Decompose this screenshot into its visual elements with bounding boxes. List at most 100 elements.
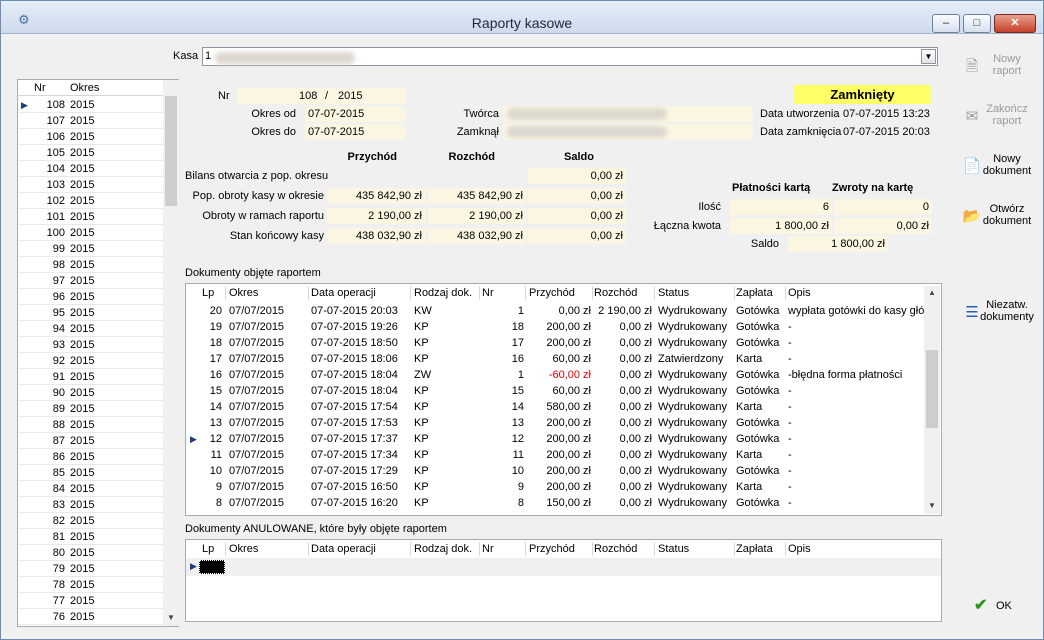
table-cell: - [788,353,792,365]
balance-rozchod-header: Rozchód [448,151,495,163]
list-item[interactable]: 91 2015 [18,369,163,385]
list-item[interactable]: 89 2015 [18,401,163,417]
list-item-nr: 107 [46,115,65,127]
table-row[interactable]: 16 07/07/2015 07-07-2015 18:04 ZW 1 -60,00 zł… [186,367,926,383]
list-item[interactable]: 85 2015 [18,465,163,481]
table-row[interactable]: 14 07/07/2015 07-07-2015 17:54 KP 14 580,00 z… [186,399,926,415]
list-item-nr: 105 [46,147,65,159]
table-cell: 07/07/2015 [229,481,285,493]
list-item[interactable]: 90 2015 [18,385,163,401]
list-item[interactable]: 96 2015 [18,289,163,305]
list-item-nr: 103 [46,179,65,191]
open-document-button[interactable]: 📂 Otwórz dokument [956,199,1036,239]
table-cell: - [788,401,792,413]
list-item[interactable]: 102 2015 [18,193,163,209]
scroll-down-icon[interactable]: ▼ [928,501,936,510]
close-report-button[interactable]: ✉ Zakończ raport [956,99,1036,139]
maximize-button[interactable]: □ [963,14,991,33]
new-document-button[interactable]: 📄 Nowy dokument [956,149,1036,189]
list-item[interactable]: 77 2015 [18,593,163,609]
list-item[interactable]: 93 2015 [18,337,163,353]
close-button[interactable]: ✕ [994,14,1036,33]
data-zamk-label: Data zamknięcia [760,126,842,138]
list-item[interactable]: 100 2015 [18,225,163,241]
list-item[interactable]: 104 2015 [18,161,163,177]
table-cell: 15 [511,385,524,397]
table-row[interactable]: 18 07/07/2015 07-07-2015 18:50 KP 17 200,00 z… [186,335,926,351]
list-icon: ☰ [965,304,979,321]
list-item[interactable]: 99 2015 [18,241,163,257]
list-item[interactable]: 92 2015 [18,353,163,369]
column-separator [525,286,526,300]
list-item[interactable]: 84 2015 [18,481,163,497]
list-item[interactable]: ▶ 108 2015 [18,97,163,113]
title-bar[interactable]: ⚙ Raporty kasowe – □ ✕ [1,1,1043,34]
list-item[interactable]: 103 2015 [18,177,163,193]
list-item[interactable]: 88 2015 [18,417,163,433]
scroll-up-icon[interactable]: ▲ [928,288,936,297]
ilosc-label: Ilość [698,201,721,213]
table-cell: 200,00 zł [546,449,591,461]
table-cell: Wydrukowany [658,401,727,413]
docs-table[interactable]: Lp Okres Data operacji Rodzaj dok. Nr Przychó… [185,283,942,516]
list-scrollbar[interactable]: ▼ [163,80,179,626]
ok-button[interactable]: ✔ OK [968,595,1020,617]
list-item[interactable]: 76 2015 [18,609,163,625]
list-item[interactable]: 106 2015 [18,129,163,145]
cancelled-edit-cell[interactable] [199,560,225,574]
table-cell: KP [414,465,429,477]
list-item[interactable]: 105 2015 [18,145,163,161]
docs-scroll-thumb[interactable] [926,350,938,428]
kasa-select[interactable]: 1 ▼ [202,47,938,66]
table-row[interactable]: 19 07/07/2015 07-07-2015 19:26 KP 18 200,00 z… [186,319,926,335]
list-item[interactable]: 83 2015 [18,497,163,513]
list-item[interactable]: 79 2015 [18,561,163,577]
minimize-button[interactable]: – [932,14,960,33]
list-item[interactable]: 107 2015 [18,113,163,129]
list-item[interactable]: 95 2015 [18,305,163,321]
unapproved-documents-button[interactable]: ☰ Niezatw. dokumenty [956,295,1036,335]
table-row[interactable]: 15 07/07/2015 07-07-2015 18:04 KP 15 60,00 zł… [186,383,926,399]
cancelled-table-header: Lp Okres Data operacji Rodzaj dok. Nr Przychó… [186,540,941,558]
scroll-down-icon[interactable]: ▼ [167,613,175,622]
list-item-okres: 2015 [70,227,95,239]
table-row[interactable]: 17 07/07/2015 07-07-2015 18:06 KP 16 60,00 zł… [186,351,926,367]
list-item-okres: 2015 [70,195,95,207]
list-item[interactable]: 87 2015 [18,433,163,449]
table-row[interactable]: 9 07/07/2015 07-07-2015 16:50 KP 9 200,00 zł 0… [186,479,926,495]
list-item[interactable]: 98 2015 [18,257,163,273]
table-row[interactable]: 20 07/07/2015 07-07-2015 20:03 KW 1 0,00 zł 2 … [186,303,926,319]
table-row[interactable]: ▶ 12 07/07/2015 07-07-2015 17:37 KP 12 200,00 … [186,431,926,447]
table-cell: Karta [736,481,763,493]
kasa-name-redacted [215,52,355,64]
docs-scrollbar[interactable]: ▲ ▼ [924,286,940,514]
list-item[interactable]: 81 2015 [18,529,163,545]
chevron-down-icon[interactable]: ▼ [921,49,936,64]
col-header: Zapłata [736,543,773,555]
list-item[interactable]: 94 2015 [18,321,163,337]
list-item[interactable]: 82 2015 [18,513,163,529]
column-separator [308,286,309,300]
table-row[interactable]: 8 07/07/2015 07-07-2015 16:20 KP 8 150,00 zł 0… [186,495,926,511]
table-cell: 0,00 zł [619,497,652,509]
balance-rozchod-field: 438 032,90 zł [428,228,526,244]
table-cell: 9 [517,481,524,493]
table-row[interactable]: 13 07/07/2015 07-07-2015 17:53 KP 13 200,00 z… [186,415,926,431]
table-cell: 200,00 zł [546,337,591,349]
col-header: Rodzaj dok. [414,543,473,555]
list-item[interactable]: 86 2015 [18,449,163,465]
list-item[interactable]: 97 2015 [18,273,163,289]
new-report-button[interactable]: 🗎 Nowy raport [956,49,1036,89]
balance-przychod-field: 2 190,00 zł [327,208,425,224]
cancelled-table[interactable]: Lp Okres Data operacji Rodzaj dok. Nr Przychó… [185,539,942,622]
list-item[interactable]: 78 2015 [18,577,163,593]
table-row[interactable]: 10 07/07/2015 07-07-2015 17:29 KP 10 200,00 z… [186,463,926,479]
kwota-refund-field: 0,00 zł [834,218,932,234]
main-window: ⚙ Raporty kasowe – □ ✕ Kasa 1 ▼ Nr Okres… [0,0,1044,640]
list-item[interactable]: 101 2015 [18,209,163,225]
list-item[interactable]: 80 2015 [18,545,163,561]
report-list[interactable]: Nr Okres ▶ 108 2015 107 2015 106 2015 105 2015 10… [17,79,179,627]
table-row[interactable]: 11 07/07/2015 07-07-2015 17:34 KP 11 200,00 z… [186,447,926,463]
cancelled-empty-row[interactable]: ▶ [186,558,941,576]
list-scroll-thumb[interactable] [165,96,177,206]
